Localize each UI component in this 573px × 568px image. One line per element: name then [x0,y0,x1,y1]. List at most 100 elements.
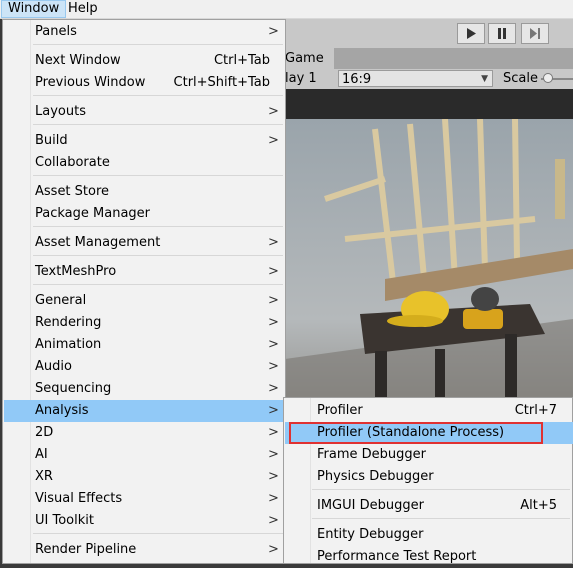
chevron-right-icon: > [268,337,279,352]
menu-item-asset-management[interactable]: Asset Management > [4,232,284,254]
menu-item-collaborate[interactable]: Collaborate [4,152,284,174]
chevron-right-icon: > [268,381,279,396]
menu-item-label: Next Window [35,53,121,68]
submenu-item-physics-debugger[interactable]: Physics Debugger [285,466,573,488]
chevron-right-icon: > [268,264,279,279]
toolbar [285,19,573,48]
submenu-item-label: Profiler [317,403,363,418]
menu-separator [33,95,283,96]
submenu-item-performance-test-report[interactable]: Performance Test Report [285,546,573,568]
scale-slider-handle[interactable] [543,73,553,83]
play-button[interactable] [457,23,485,44]
menu-item-label: Audio [35,359,72,374]
menu-item-label: AI [35,447,48,462]
menu-separator [33,124,283,125]
menu-item-panels[interactable]: Panels > [4,21,284,43]
chevron-right-icon: > [268,24,279,39]
submenu-item-entity-debugger[interactable]: Entity Debugger [285,524,573,546]
submenu-item-label: Performance Test Report [317,549,477,564]
pause-icon [498,28,506,39]
menu-window[interactable]: Window [1,0,67,18]
menu-item-label: Panels [35,24,77,39]
menu-item-shortcut: Ctrl+Tab [213,53,270,68]
menu-item-rendering[interactable]: Rendering > [4,312,284,334]
pause-button[interactable] [488,23,516,44]
analysis-submenu: Profiler Ctrl+7 Profiler (Standalone Proce… [283,397,573,564]
chevron-right-icon: > [268,293,279,308]
menu-item-label: Rendering [35,315,102,330]
menu-item-label: Collaborate [35,155,110,170]
menu-item-build[interactable]: Build > [4,130,284,152]
menu-item-label: Analysis [35,403,89,418]
menu-item-previous-window[interactable]: Previous Window Ctrl+Shift+Tab [4,72,284,94]
menu-item-ui-toolkit[interactable]: UI Toolkit > [4,510,284,532]
menu-item-label: General [35,293,87,308]
play-icon [467,28,476,39]
submenu-separator [312,518,570,519]
menu-item-label: Package Manager [35,206,151,221]
game-view-border [285,89,573,119]
submenu-item-label: Entity Debugger [317,527,424,542]
aspect-value: 16:9 [342,72,372,87]
menu-item-analysis[interactable]: Analysis > [4,400,284,422]
submenu-item-profiler[interactable]: Profiler Ctrl+7 [285,400,573,422]
menu-item-sequencing[interactable]: Sequencing > [4,378,284,400]
tab-game[interactable]: Game [285,48,334,69]
menu-help[interactable]: Help [62,0,104,18]
menu-separator [33,284,283,285]
submenu-item-shortcut: Alt+5 [520,498,557,513]
window-menu-dropdown: Panels > Next Window Ctrl+Tab Previous Windo… [2,19,286,564]
menu-item-textmeshpro[interactable]: TextMeshPro > [4,261,284,283]
submenu-item-imgui-debugger[interactable]: IMGUI Debugger Alt+5 [285,495,573,517]
step-button[interactable] [521,23,549,44]
submenu-item-shortcut: Ctrl+7 [514,403,557,418]
menu-separator [33,175,283,176]
chevron-right-icon: > [268,513,279,528]
menu-separator [33,44,283,45]
menu-bar: Window Help [0,0,573,19]
menu-item-label: Layouts [35,104,86,119]
aspect-dropdown[interactable]: 16:9 ▼ [338,70,493,87]
menu-item-2d[interactable]: 2D > [4,422,284,444]
chevron-right-icon: > [268,315,279,330]
chevron-right-icon: > [268,235,279,250]
menu-item-render-pipeline[interactable]: Render Pipeline > [4,539,284,561]
menu-item-label: TextMeshPro [35,264,117,279]
submenu-item-label: Frame Debugger [317,447,426,462]
menu-item-ai[interactable]: AI > [4,444,284,466]
menu-item-animation[interactable]: Animation > [4,334,284,356]
chevron-right-icon: > [268,469,279,484]
menu-separator [33,226,283,227]
chevron-right-icon: > [268,104,279,119]
step-icon [529,28,540,39]
chevron-right-icon: > [268,542,279,557]
menu-item-xr[interactable]: XR > [4,466,284,488]
submenu-item-frame-debugger[interactable]: Frame Debugger [285,444,573,466]
tab-row: Game [285,48,573,69]
chevron-right-icon: > [268,133,279,148]
menu-item-label: Build [35,133,68,148]
menu-item-layouts[interactable]: Layouts > [4,101,284,123]
menu-item-next-window[interactable]: Next Window Ctrl+Tab [4,50,284,72]
chevron-right-icon: > [268,403,279,418]
menu-item-label: Sequencing [35,381,112,396]
menu-item-audio[interactable]: Audio > [4,356,284,378]
menu-item-label: Previous Window [35,75,146,90]
menu-item-general[interactable]: General > [4,290,284,312]
display-dropdown[interactable]: lay 1 [285,69,317,89]
menu-item-label: XR [35,469,53,484]
chevron-right-icon: > [268,447,279,462]
menu-item-visual-effects[interactable]: Visual Effects > [4,488,284,510]
menu-item-package-manager[interactable]: Package Manager [4,203,284,225]
game-view-bar: lay 1 16:9 ▼ Scale [285,69,573,89]
menu-separator [33,255,283,256]
chevron-right-icon: > [268,491,279,506]
chevron-right-icon: > [268,359,279,374]
scale-label: Scale [503,71,538,86]
menu-item-label: 2D [35,425,54,440]
annotation-highlight-box [289,422,543,444]
menu-item-label: UI Toolkit [35,513,94,528]
chevron-right-icon: > [268,425,279,440]
submenu-item-label: Physics Debugger [317,469,434,484]
menu-item-asset-store[interactable]: Asset Store [4,181,284,203]
